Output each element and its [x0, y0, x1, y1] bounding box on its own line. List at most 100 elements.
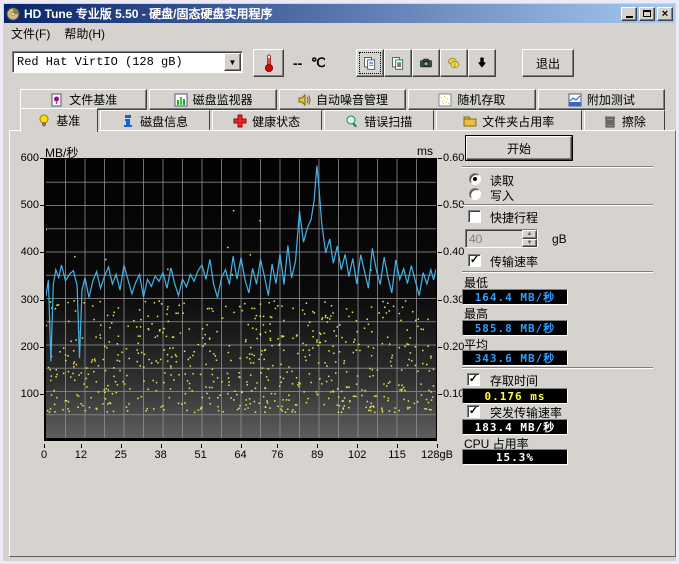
- tick-label: 0.40: [443, 246, 464, 258]
- stepper-down-icon[interactable]: ▼: [522, 239, 537, 248]
- tab-erase[interactable]: 擦除: [584, 110, 665, 132]
- menu-file[interactable]: 文件(F): [4, 23, 57, 44]
- camera-icon: [419, 54, 433, 72]
- tick-label: 128gB: [421, 449, 453, 461]
- tick-label: 64: [234, 449, 246, 461]
- app-icon: [6, 7, 20, 21]
- separator: [462, 271, 653, 273]
- start-button[interactable]: 开始: [466, 136, 572, 160]
- speaker-icon: [297, 93, 311, 107]
- separator: [462, 204, 653, 206]
- tick-label: [40, 252, 44, 253]
- stepper-up-icon[interactable]: ▲: [522, 230, 537, 239]
- copy-image-button[interactable]: [384, 49, 412, 77]
- tick-label: [277, 444, 278, 448]
- menu-help[interactable]: 帮助(H): [57, 23, 112, 44]
- tick-label: 0.60: [443, 152, 464, 164]
- burst-rate-checkbox[interactable]: [467, 405, 480, 418]
- chevron-down-icon[interactable]: ▼: [224, 53, 241, 71]
- tab-disk-info[interactable]: 磁盘信息: [100, 110, 210, 132]
- tick-label: [438, 205, 442, 206]
- temperature-button[interactable]: [253, 49, 284, 77]
- tick-label: 51: [194, 449, 206, 461]
- tick-label: [438, 252, 442, 253]
- tick-label: 12: [75, 449, 87, 461]
- short-stroke-size-stepper[interactable]: 40 ▲▼: [465, 229, 538, 248]
- tick-label: 115: [388, 449, 406, 461]
- save-arrow-icon: [475, 54, 489, 72]
- tab-label: 基准: [56, 112, 80, 129]
- tab-label: 文件基准: [69, 91, 117, 108]
- read-radio[interactable]: [469, 173, 481, 185]
- close-button[interactable]: ×: [657, 7, 673, 21]
- access-time-label[interactable]: 存取时间: [490, 372, 538, 389]
- avg-value-display: 343.6 MB/秒: [462, 350, 568, 366]
- tick-label: [40, 347, 44, 348]
- separator: [462, 166, 653, 168]
- min-value-display: 164.4 MB/秒: [462, 289, 568, 305]
- exit-button[interactable]: 退出: [522, 49, 574, 77]
- short-stroke-label[interactable]: 快捷行程: [490, 209, 538, 226]
- transfer-rate-checkbox[interactable]: [468, 254, 481, 267]
- tick-label: 600: [11, 152, 39, 164]
- transfer-rate-label[interactable]: 传输速率: [490, 253, 538, 270]
- tick-label: [438, 394, 442, 395]
- short-stroke-size-value[interactable]: 40: [466, 230, 522, 247]
- tick-label: [438, 347, 442, 348]
- folder-icon: [463, 114, 477, 128]
- copy-icon: [363, 54, 377, 72]
- drive-select-value: Red Hat VirtIO (128 gB): [13, 55, 224, 69]
- tab-label: 磁盘监视器: [193, 91, 253, 108]
- tab-benchmark[interactable]: 基准: [20, 108, 98, 132]
- tab-label: 错误扫描: [364, 113, 412, 130]
- tab-folder-usage[interactable]: 文件夹占用率: [436, 110, 582, 132]
- tabrow-secondary: 文件基准 磁盘监视器 自动噪音管理 随机存取 附加测试: [20, 89, 665, 110]
- trash-icon: [603, 114, 617, 128]
- tick-label: [317, 444, 318, 448]
- coins-icon: $: [447, 54, 461, 72]
- tab-label: 随机存取: [457, 91, 505, 108]
- short-stroke-checkbox[interactable]: [468, 210, 481, 223]
- menubar: 文件(F) 帮助(H): [4, 24, 675, 43]
- tick-label: [40, 205, 44, 206]
- max-value-display: 585.8 MB/秒: [462, 320, 568, 336]
- tick-label: 76: [271, 449, 283, 461]
- tick-label: [40, 394, 44, 395]
- tab-aam[interactable]: 自动噪音管理: [279, 89, 406, 110]
- tab-error-scan[interactable]: 错误扫描: [324, 110, 434, 132]
- access-time-checkbox[interactable]: [467, 373, 480, 386]
- tab-disk-monitor[interactable]: 磁盘监视器: [149, 89, 276, 110]
- save-results-button[interactable]: [468, 49, 496, 77]
- tick-label: 89: [311, 449, 323, 461]
- tick-label: 400: [11, 246, 39, 258]
- tick-label: [241, 444, 242, 448]
- lightbulb-icon: [37, 114, 51, 128]
- tick-label: [161, 444, 162, 448]
- file-benchmark-icon: [50, 93, 64, 107]
- titlebar: HD Tune 专业版 5.50 - 硬盘/固态硬盘实用程序 ×: [4, 4, 675, 23]
- info-icon: [121, 114, 135, 128]
- screenshot-button[interactable]: [412, 49, 440, 77]
- burst-rate-display: 183.4 MB/秒: [462, 419, 568, 435]
- minimize-button[interactable]: [621, 7, 637, 21]
- copy-button[interactable]: [356, 49, 384, 77]
- extra-tests-icon: [568, 93, 582, 107]
- disk-monitor-icon: [174, 93, 188, 107]
- write-radio-label[interactable]: 写入: [490, 187, 514, 204]
- write-radio[interactable]: [469, 188, 481, 200]
- drive-select[interactable]: Red Hat VirtIO (128 gB) ▼: [12, 51, 243, 73]
- app-window: HD Tune 专业版 5.50 - 硬盘/固态硬盘实用程序 × 文件(F) 帮…: [0, 0, 679, 564]
- tab-label: 磁盘信息: [140, 113, 188, 130]
- maximize-button[interactable]: [639, 7, 655, 21]
- health-cross-icon: [233, 114, 247, 128]
- coins-button[interactable]: $: [440, 49, 468, 77]
- separator: [462, 367, 653, 369]
- tab-file-benchmark[interactable]: 文件基准: [20, 89, 147, 110]
- tick-label: 102: [348, 449, 366, 461]
- tab-random-access[interactable]: 随机存取: [408, 89, 535, 110]
- tab-label: 健康状态: [252, 113, 300, 130]
- tab-health[interactable]: 健康状态: [212, 110, 322, 132]
- svg-text:$: $: [453, 63, 456, 68]
- tab-extra-tests[interactable]: 附加测试: [538, 89, 665, 110]
- tick-label: [40, 158, 44, 159]
